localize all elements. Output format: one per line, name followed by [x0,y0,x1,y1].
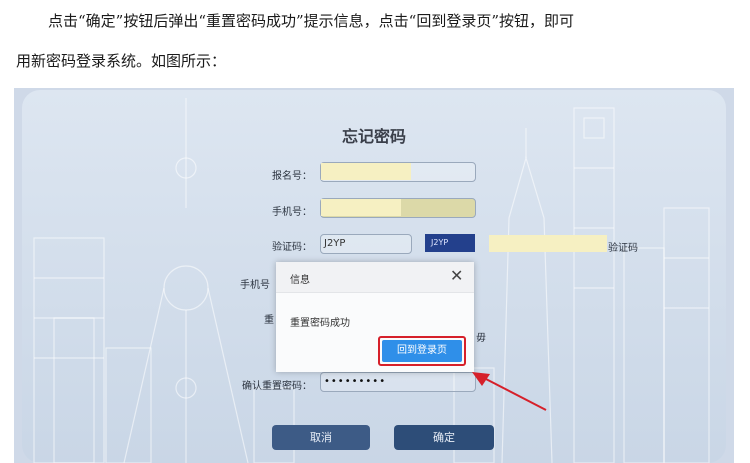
screenshot-figure: 忘记密码 报名号： 手机号： 验证码： J2YP J2YP 验证码 手机号 重 … [14,88,734,463]
instruction-paragraph-2: 用新密码登录系统。如图所示： [16,52,227,70]
annotation-arrow-icon [472,372,547,411]
instruction-paragraph-1: 点击“确定”按钮后弹出“重置密码成功”提示信息，点击“回到登录页”按钮，即可 [48,12,575,30]
